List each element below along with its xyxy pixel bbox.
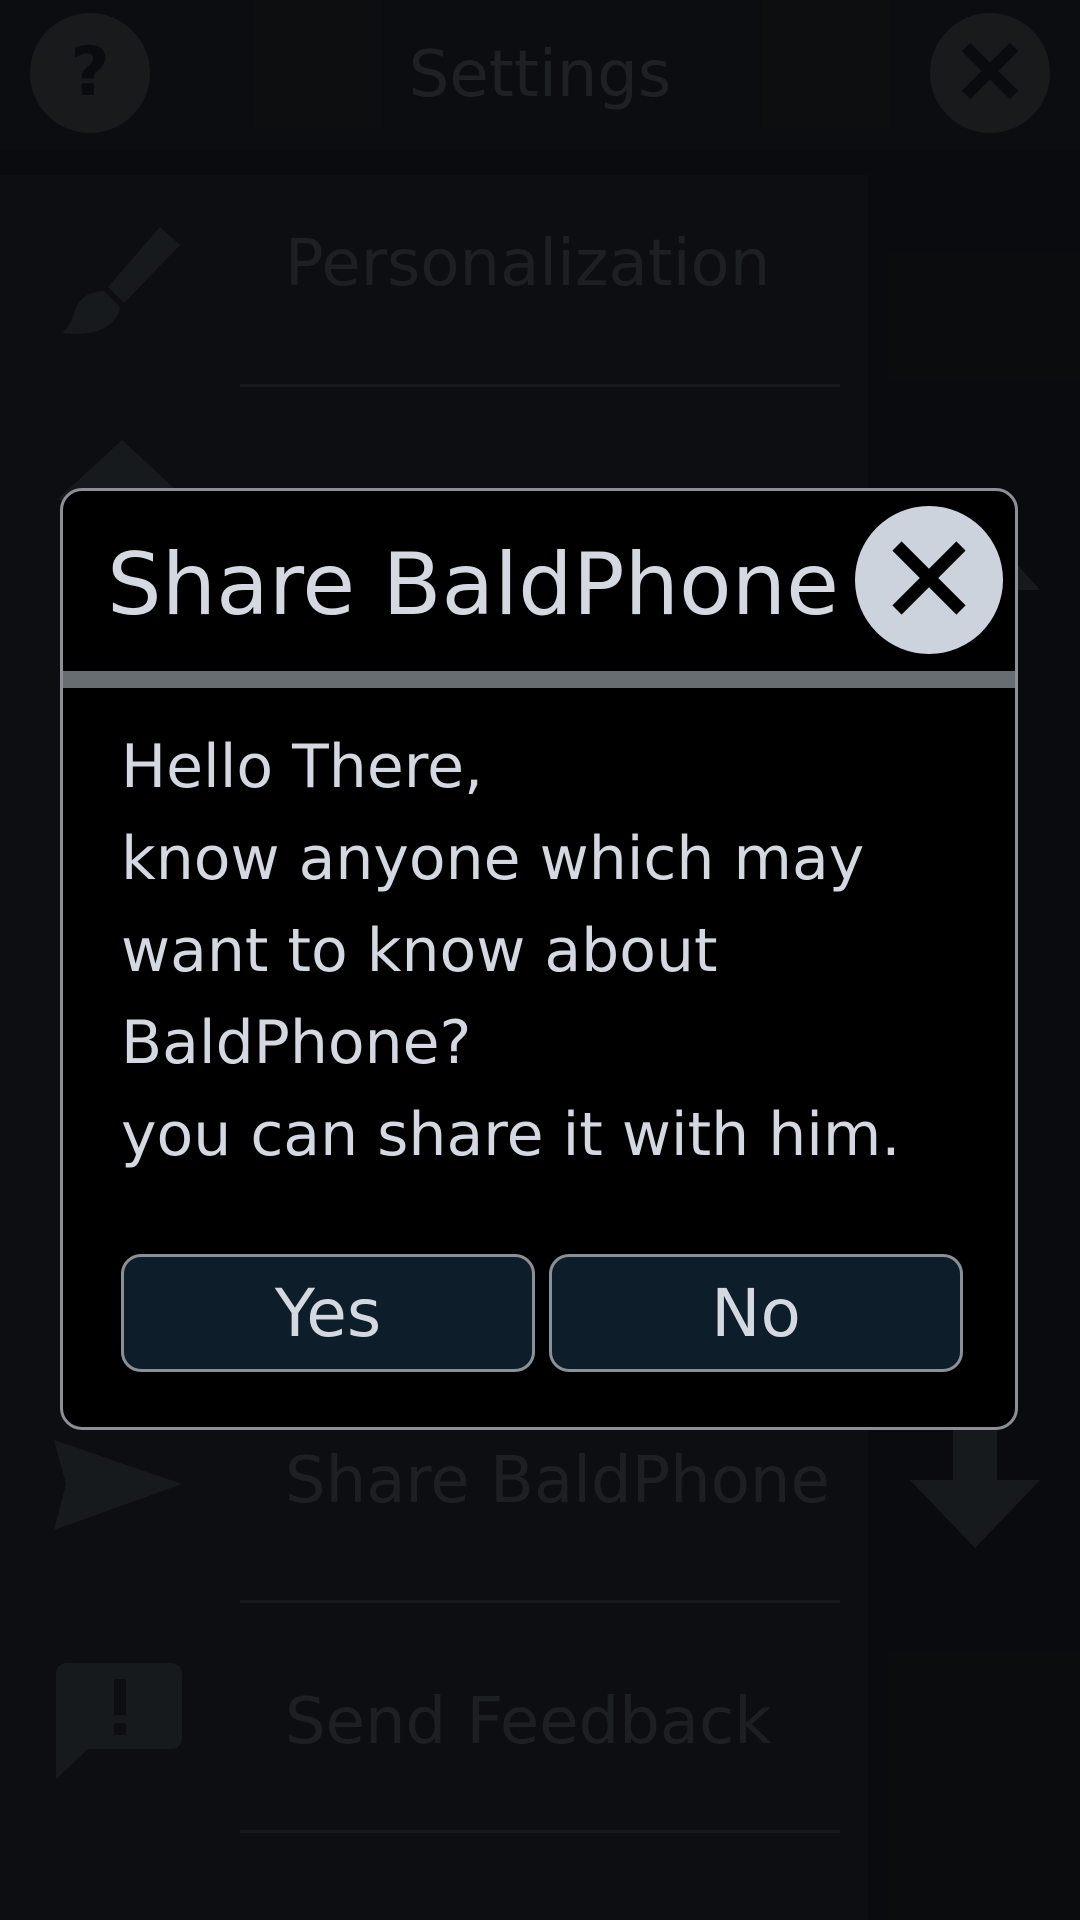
dialog-close-button[interactable] (855, 506, 1003, 654)
message-line: know anyone which may (121, 824, 865, 894)
dialog-title: Share BaldPhone (107, 535, 840, 635)
share-dialog: Share BaldPhone Hello There, know anyone… (60, 488, 1018, 1430)
dialog-divider (63, 671, 1015, 688)
dialog-message: Hello There, know anyone which may want … (121, 721, 971, 1181)
yes-button[interactable]: Yes (121, 1254, 535, 1372)
message-line: Hello There, (121, 732, 484, 802)
message-line: you can share it with him. (121, 1100, 901, 1170)
no-button[interactable]: No (549, 1254, 963, 1372)
close-icon (887, 536, 971, 624)
message-line: want to know about (121, 916, 718, 986)
message-line: BaldPhone? (121, 1008, 472, 1078)
screen: ? Settings Personalization Share BaldPho… (0, 0, 1080, 1920)
